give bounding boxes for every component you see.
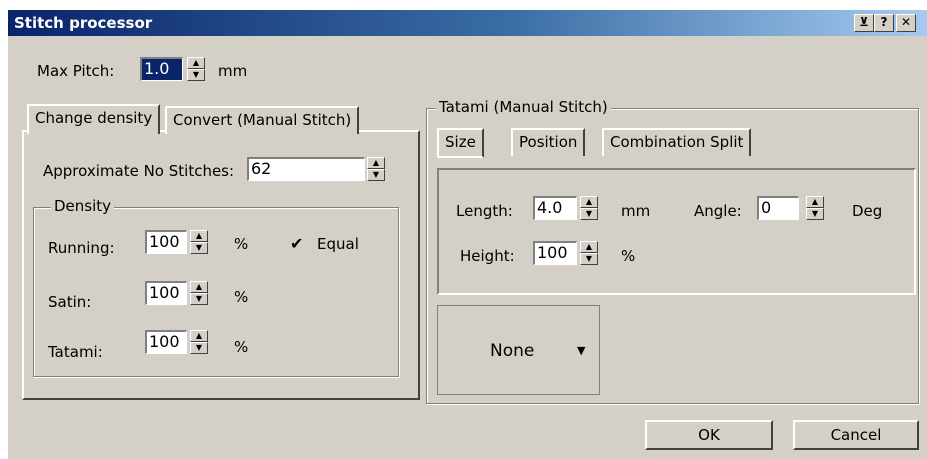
height-label: Height: xyxy=(460,247,515,265)
window-title: Stitch processor xyxy=(14,14,153,32)
satin-spinner[interactable]: ▲ ▼ xyxy=(190,281,208,305)
max-pitch-spinner[interactable]: ▲ ▼ xyxy=(187,57,205,81)
help-icon[interactable]: ? xyxy=(874,14,894,32)
length-input[interactable]: 4.0 xyxy=(533,196,577,220)
height-spinner[interactable]: ▲ ▼ xyxy=(580,241,598,265)
spin-up-icon[interactable]: ▲ xyxy=(367,157,385,169)
equal-checkmark-icon[interactable]: ✔ xyxy=(290,234,303,253)
tatami-input[interactable]: 100 xyxy=(145,330,187,354)
satin-input[interactable]: 100 xyxy=(145,281,187,305)
max-pitch-input[interactable]: 1.0 xyxy=(140,57,183,81)
combination-dropdown[interactable]: None ▼ xyxy=(437,305,600,395)
max-pitch-label: Max Pitch: xyxy=(37,62,115,80)
spin-down-icon[interactable]: ▼ xyxy=(190,242,208,254)
tatami-spinner[interactable]: ▲ ▼ xyxy=(190,330,208,354)
approx-stitches-label: Approximate No Stitches: xyxy=(43,162,235,180)
angle-spinner[interactable]: ▲ ▼ xyxy=(806,196,824,220)
cancel-button[interactable]: Cancel xyxy=(793,420,919,450)
spin-down-icon[interactable]: ▼ xyxy=(190,293,208,305)
tab-combination-split[interactable]: Combination Split xyxy=(602,128,752,156)
running-input[interactable]: 100 xyxy=(145,230,187,254)
spin-up-icon[interactable]: ▲ xyxy=(580,196,598,208)
angle-label: Angle: xyxy=(694,202,742,220)
length-spinner[interactable]: ▲ ▼ xyxy=(580,196,598,220)
density-legend: Density xyxy=(51,197,115,215)
pin-icon[interactable]: ⊻ xyxy=(854,14,874,32)
satin-label: Satin: xyxy=(48,293,92,311)
spin-up-icon[interactable]: ▲ xyxy=(580,241,598,253)
tatami-unit: % xyxy=(234,338,249,356)
spin-down-icon[interactable]: ▼ xyxy=(806,208,824,220)
tab-size[interactable]: Size xyxy=(437,128,484,158)
approx-stitches-spinner[interactable]: ▲ ▼ xyxy=(367,157,385,181)
spin-down-icon[interactable]: ▼ xyxy=(190,342,208,354)
tab-convert-manual-stitch[interactable]: Convert (Manual Stitch) xyxy=(165,106,360,134)
spin-down-icon[interactable]: ▼ xyxy=(367,169,385,181)
spin-down-icon[interactable]: ▼ xyxy=(187,69,205,81)
spin-down-icon[interactable]: ▼ xyxy=(580,253,598,265)
spin-up-icon[interactable]: ▲ xyxy=(190,281,208,293)
tab-position[interactable]: Position xyxy=(511,128,586,156)
size-panel xyxy=(437,168,916,295)
spin-up-icon[interactable]: ▲ xyxy=(190,330,208,342)
tab-change-density[interactable]: Change density xyxy=(27,104,161,134)
height-unit: % xyxy=(621,247,636,265)
length-label: Length: xyxy=(456,202,513,220)
running-spinner[interactable]: ▲ ▼ xyxy=(190,230,208,254)
angle-unit: Deg xyxy=(852,202,883,220)
chevron-down-icon[interactable]: ▼ xyxy=(577,344,585,357)
max-pitch-unit: mm xyxy=(218,62,248,80)
combination-dropdown-value: None xyxy=(490,341,535,361)
height-input[interactable]: 100 xyxy=(533,241,577,265)
running-unit: % xyxy=(234,235,249,253)
approx-stitches-input[interactable]: 62 xyxy=(247,157,365,181)
tatami-label: Tatami: xyxy=(48,343,103,361)
satin-unit: % xyxy=(234,288,249,306)
spin-down-icon[interactable]: ▼ xyxy=(580,208,598,220)
running-label: Running: xyxy=(48,239,115,257)
close-icon[interactable]: ✕ xyxy=(896,14,916,32)
spin-up-icon[interactable]: ▲ xyxy=(190,230,208,242)
equal-checkbox-label[interactable]: Equal xyxy=(317,235,359,253)
spin-up-icon[interactable]: ▲ xyxy=(187,57,205,69)
spin-up-icon[interactable]: ▲ xyxy=(806,196,824,208)
angle-input[interactable]: 0 xyxy=(757,196,799,220)
tatami-manual-legend: Tatami (Manual Stitch) xyxy=(436,98,611,116)
ok-button[interactable]: OK xyxy=(645,420,773,450)
title-bar: Stitch processor ⊻ ? ✕ xyxy=(8,10,927,36)
length-unit: mm xyxy=(621,202,651,220)
